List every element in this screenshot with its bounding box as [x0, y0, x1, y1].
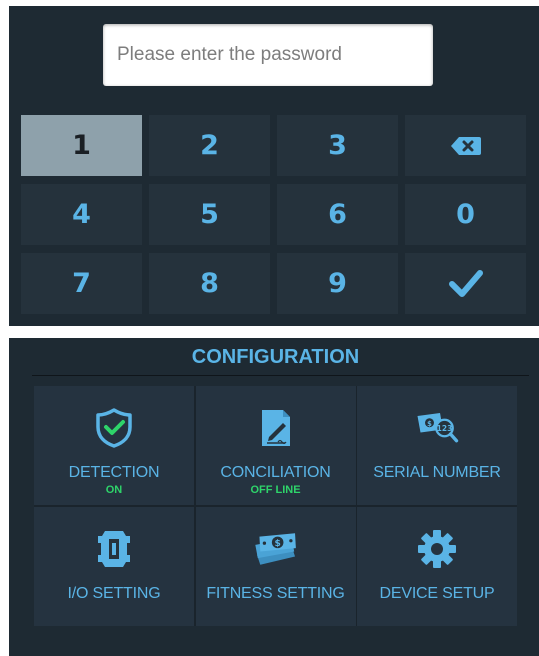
key-0-label: 0 [456, 199, 475, 230]
tile-detection[interactable]: DETECTION ON [34, 386, 194, 505]
tile-fitness-setting-label: FITNESS SETTING [206, 584, 345, 602]
key-8-label: 8 [200, 268, 219, 299]
key-2[interactable]: 2 [149, 115, 270, 176]
password-placeholder: Please enter the password [117, 44, 342, 65]
document-edit-icon [261, 410, 290, 446]
tile-serial-number[interactable]: $ 123 SERIAL NUMBER [357, 386, 517, 505]
key-7[interactable]: 7 [21, 253, 142, 314]
title-divider [32, 375, 529, 376]
key-4-label: 4 [72, 199, 91, 230]
tile-io-setting[interactable]: I/O SETTING [34, 506, 194, 626]
key-8[interactable]: 8 [149, 253, 270, 314]
key-0[interactable]: 0 [405, 184, 526, 245]
key-1[interactable]: 1 [21, 115, 142, 176]
key-3-label: 3 [328, 130, 347, 161]
key-4[interactable]: 4 [21, 184, 142, 245]
configuration-grid: DETECTION ON CONCILIATION OFF LINE $ 123… [34, 386, 517, 626]
key-1-label: 1 [72, 130, 91, 161]
svg-text:$: $ [427, 420, 432, 428]
password-input[interactable]: Please enter the password [103, 24, 433, 86]
password-panel: Please enter the password 1 2 3 4 5 6 0 … [9, 6, 539, 326]
confirm-button[interactable] [405, 253, 526, 314]
gear-icon [418, 529, 456, 568]
banknote-search-icon: $ 123 [417, 413, 459, 443]
key-5[interactable]: 5 [149, 184, 270, 245]
key-7-label: 7 [72, 268, 91, 299]
tile-device-setup-label: DEVICE SETUP [379, 584, 495, 602]
key-5-label: 5 [200, 199, 219, 230]
tile-conciliation[interactable]: CONCILIATION OFF LINE [195, 386, 356, 505]
tile-fitness-setting[interactable]: $ FITNESS SETTING [195, 506, 356, 626]
configuration-panel: CONFIGURATION DETECTION ON CONCILIATION … [9, 338, 539, 656]
key-6-label: 6 [328, 199, 347, 230]
key-3[interactable]: 3 [277, 115, 398, 176]
backspace-icon [450, 136, 481, 155]
checkmark-icon [448, 269, 483, 297]
key-2-label: 2 [200, 130, 219, 161]
key-9[interactable]: 9 [277, 253, 398, 314]
key-9-label: 9 [328, 268, 347, 299]
io-connector-icon [98, 530, 130, 567]
tile-device-setup[interactable]: DEVICE SETUP [357, 506, 517, 626]
keypad: 1 2 3 4 5 6 0 7 8 9 [21, 115, 528, 314]
tile-conciliation-label: CONCILIATION [220, 464, 331, 481]
backspace-button[interactable] [405, 115, 526, 176]
tile-io-setting-label: I/O SETTING [67, 584, 161, 602]
tile-serial-number-label: SERIAL NUMBER [373, 464, 501, 481]
tile-detection-label: DETECTION [68, 464, 160, 481]
shield-check-icon [96, 408, 132, 448]
conciliation-status: OFF LINE [250, 484, 301, 496]
configuration-title: CONFIGURATION [191, 346, 360, 368]
detection-status: ON [105, 484, 123, 496]
svg-text:123: 123 [437, 424, 453, 433]
banknote-stack-icon: $ [254, 532, 296, 565]
svg-text:$: $ [274, 539, 280, 549]
key-6[interactable]: 6 [277, 184, 398, 245]
